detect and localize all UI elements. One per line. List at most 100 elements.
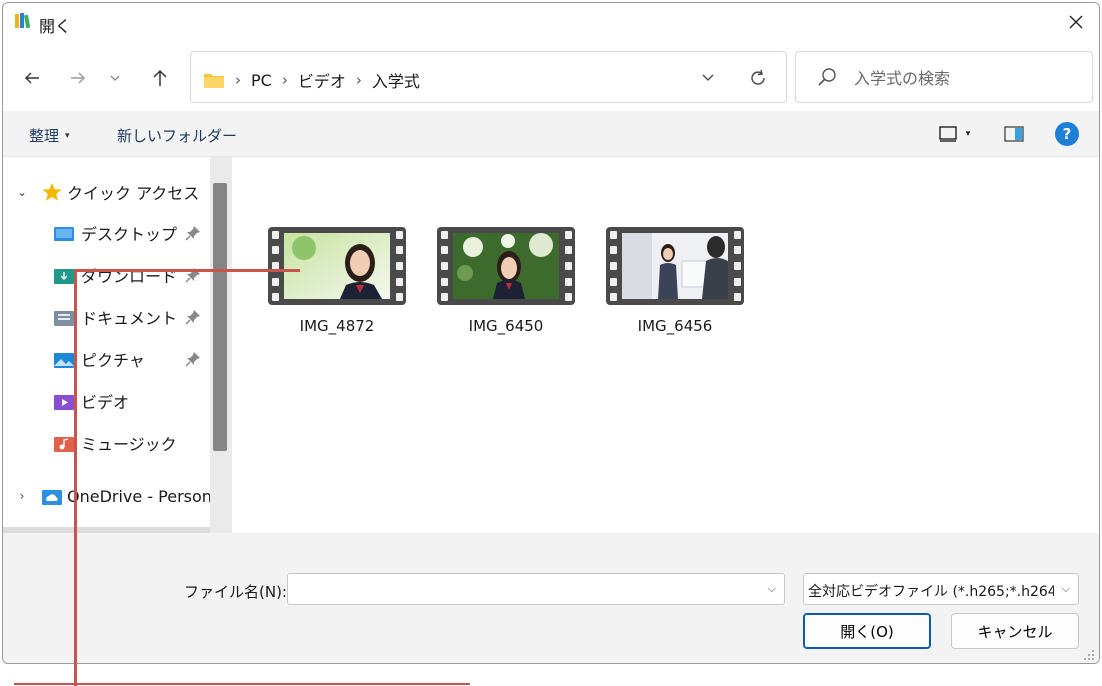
video-thumbnail-image xyxy=(453,233,559,299)
video-thumbnail xyxy=(437,227,575,305)
forward-button[interactable] xyxy=(65,65,91,91)
open-button[interactable]: 開く(O) xyxy=(803,613,931,649)
sidebar-item-label: ダウンロード xyxy=(81,267,178,286)
folder-icon xyxy=(204,74,224,88)
filename-input[interactable] xyxy=(294,579,754,599)
address-history-dropdown[interactable] xyxy=(696,66,720,90)
breadcrumb-item-pc[interactable]: PC xyxy=(251,71,272,90)
window-title: 開く xyxy=(39,17,72,36)
chevron-down-icon xyxy=(702,74,714,81)
help-button[interactable]: ? xyxy=(1055,122,1079,146)
preview-pane-icon xyxy=(1004,126,1024,142)
music-folder-icon xyxy=(54,437,74,452)
breadcrumb: › PC › ビデオ › 入学式 xyxy=(203,68,420,92)
sidebar-item-label: デスクトップ xyxy=(81,225,178,244)
sidebar-item-label: クイック アクセス xyxy=(67,184,200,203)
annotation-line-horizontal xyxy=(74,269,300,272)
search-input[interactable] xyxy=(854,66,1084,90)
chevron-down-icon[interactable]: ⌵ xyxy=(1062,582,1070,596)
video-thumbnail xyxy=(606,227,744,305)
title-bar: 開く xyxy=(3,3,1099,41)
filename-combobox[interactable]: ⌵ xyxy=(287,573,785,605)
chevron-down-icon[interactable]: ⌵ xyxy=(768,582,776,596)
sidebar-item-label: ビデオ xyxy=(81,393,130,412)
file-list: IMG_4872 IMG_6450 IMG_6456 xyxy=(232,157,1099,533)
star-icon xyxy=(42,183,62,201)
arrow-left-icon xyxy=(25,72,39,84)
file-item[interactable]: IMG_6450 xyxy=(431,227,581,335)
chevron-down-icon xyxy=(110,75,120,81)
back-button[interactable] xyxy=(19,65,45,91)
navigation-bar: › PC › ビデオ › 入学式 xyxy=(3,41,1099,111)
sidebar-item-downloads[interactable]: ダウンロード xyxy=(3,260,210,290)
up-button[interactable] xyxy=(147,65,173,91)
sidebar-item-quick-access[interactable]: ⌄ クイック アクセス xyxy=(3,177,210,207)
caret-down-icon: ▾ xyxy=(965,129,971,139)
file-item[interactable]: IMG_4872 xyxy=(262,227,412,335)
arrow-right-icon xyxy=(71,72,85,84)
annotation-line-vertical xyxy=(74,269,77,686)
video-thumbnail-image xyxy=(622,233,728,299)
pin-icon[interactable] xyxy=(185,225,201,241)
recent-locations-button[interactable] xyxy=(107,65,123,91)
cancel-button[interactable]: キャンセル xyxy=(951,613,1079,649)
dialog-footer: ファイル名(N): ⌵ 全対応ビデオファイル (*.h265;*.h264 ⌵ … xyxy=(3,533,1099,663)
sidebar-item-label: OneDrive - Person xyxy=(67,486,210,506)
pin-icon[interactable] xyxy=(185,351,201,367)
chevron-right-icon[interactable]: › xyxy=(15,489,29,503)
command-bar: 整理 ▾ 新しいフォルダー ▾ ? xyxy=(3,111,1099,157)
video-thumbnail-image xyxy=(284,233,390,299)
sidebar-item-desktop[interactable]: デスクトップ xyxy=(3,218,210,248)
view-options-button[interactable]: ▾ xyxy=(929,121,979,147)
search-box[interactable] xyxy=(795,51,1093,103)
close-icon xyxy=(1069,15,1083,29)
sidebar-item-pictures[interactable]: ピクチャ xyxy=(3,344,210,374)
desktop-folder-icon xyxy=(54,227,74,241)
file-name: IMG_6450 xyxy=(468,317,544,335)
app-icon xyxy=(15,13,31,29)
chevron-down-icon[interactable]: ⌄ xyxy=(15,185,29,199)
file-item[interactable]: IMG_6456 xyxy=(600,227,750,335)
arrow-up-icon xyxy=(153,69,167,86)
filetype-value: 全対応ビデオファイル (*.h265;*.h264 xyxy=(808,584,1054,600)
sidebar-item-documents[interactable]: ドキュメント xyxy=(3,302,210,332)
filename-label: ファイル名(N): xyxy=(184,583,287,601)
sidebar-item-label: ドキュメント xyxy=(81,309,178,328)
breadcrumb-item-current[interactable]: 入学式 xyxy=(372,68,420,92)
sidebar-item-music[interactable]: ミュージック xyxy=(3,428,210,458)
address-bar[interactable]: › PC › ビデオ › 入学式 xyxy=(190,51,787,103)
file-name: IMG_6456 xyxy=(637,317,713,335)
sidebar-item-onedrive[interactable]: › OneDrive - Person xyxy=(3,481,210,511)
refresh-icon xyxy=(751,69,765,85)
annotation-line-bottom xyxy=(14,683,470,685)
organize-button[interactable]: 整理 ▾ xyxy=(29,125,70,146)
new-folder-button[interactable]: 新しいフォルダー xyxy=(117,125,237,146)
view-layout-icon xyxy=(939,126,957,142)
breadcrumb-separator: › xyxy=(355,71,362,89)
search-icon xyxy=(818,68,836,86)
resize-grip-icon[interactable] xyxy=(1083,649,1095,661)
preview-pane-button[interactable] xyxy=(1001,121,1027,147)
open-file-dialog: 開く › PC › ビデオ › 入学式 入学式の検索 整理 ▾ 新しいフォルダー… xyxy=(2,2,1100,664)
video-thumbnail xyxy=(268,227,406,305)
videos-folder-icon xyxy=(54,395,74,410)
sidebar-item-label: ピクチャ xyxy=(81,351,145,370)
breadcrumb-item-videos[interactable]: ビデオ xyxy=(298,68,346,92)
refresh-button[interactable] xyxy=(746,66,770,90)
caret-down-icon: ▾ xyxy=(65,130,70,141)
pictures-folder-icon xyxy=(54,353,74,368)
organize-label: 整理 xyxy=(29,127,60,145)
sidebar-item-label: ミュージック xyxy=(81,435,177,454)
pin-icon[interactable] xyxy=(185,309,201,325)
breadcrumb-separator: › xyxy=(281,71,288,89)
file-name: IMG_4872 xyxy=(299,317,375,335)
downloads-folder-icon xyxy=(54,269,74,284)
navigation-pane: ⌄ クイック アクセス デスクトップ ダウンロード ドキュメント ピクチャ ビデ… xyxy=(3,157,210,533)
documents-folder-icon xyxy=(54,311,74,326)
close-button[interactable] xyxy=(1053,3,1099,41)
sidebar-item-videos[interactable]: ビデオ xyxy=(3,386,210,416)
filetype-select[interactable]: 全対応ビデオファイル (*.h265;*.h264 ⌵ xyxy=(803,573,1079,605)
onedrive-folder-icon xyxy=(42,490,62,505)
sidebar-scrollbar-thumb[interactable] xyxy=(213,183,227,451)
breadcrumb-separator: › xyxy=(235,71,241,89)
